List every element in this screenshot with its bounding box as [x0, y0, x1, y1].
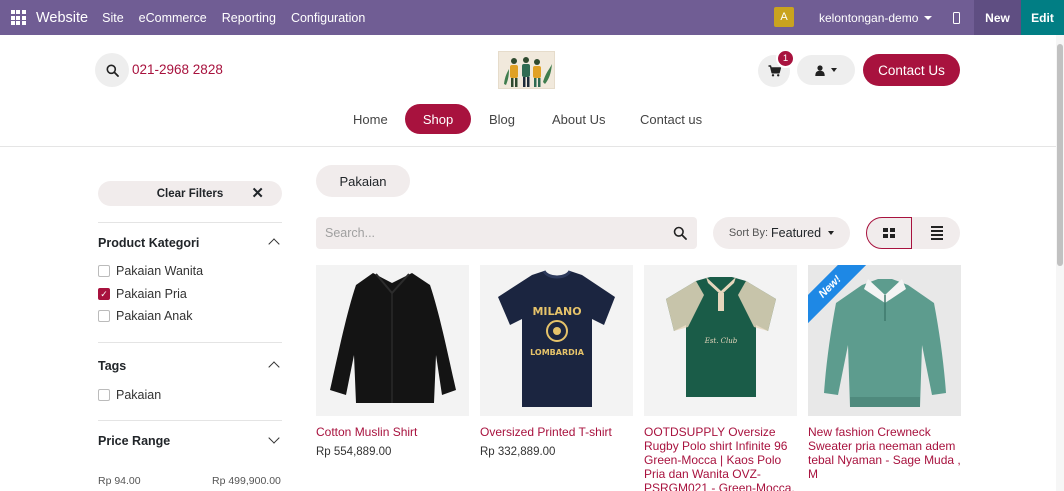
menu-reporting[interactable]: Reporting [222, 11, 276, 25]
checkbox[interactable] [98, 389, 110, 401]
search-icon [673, 226, 687, 240]
clear-filters-label: Clear Filters [156, 187, 224, 200]
site-logo[interactable] [498, 51, 555, 89]
svg-text:LOMBARDIA: LOMBARDIA [530, 348, 585, 357]
menu-configuration[interactable]: Configuration [291, 11, 365, 25]
filter-option-label: Pakaian [116, 388, 162, 402]
edit-button[interactable]: Edit [1021, 0, 1064, 35]
product-image[interactable]: Est. Club [644, 265, 797, 416]
clear-filters-button[interactable]: Clear Filters ✕ [98, 181, 282, 206]
product-card[interactable]: Cotton Muslin Shirt Rp 554,889.00 [316, 265, 469, 458]
mobile-preview-button[interactable] [942, 0, 970, 35]
search-input[interactable] [316, 217, 656, 249]
list-view-icon [931, 226, 943, 240]
nav-about-us[interactable]: About Us [552, 104, 605, 134]
filter-divider [98, 222, 282, 223]
caret-down-icon [831, 68, 837, 72]
menu-site[interactable]: Site [102, 11, 124, 25]
user-icon [815, 64, 825, 76]
apps-grid-icon [10, 10, 26, 25]
main-navigation: Home Shop Blog About Us Contact us [0, 104, 1064, 134]
product-name[interactable]: New fashion Crewneck Sweater pria neeman… [808, 425, 961, 481]
filter-divider [98, 420, 282, 421]
menu-ecommerce[interactable]: eCommerce [139, 11, 207, 25]
search-submit-button[interactable] [663, 217, 697, 249]
filter-option[interactable]: ✓ Pakaian Pria [98, 287, 187, 301]
new-button[interactable]: New [974, 0, 1021, 35]
grid-view-button[interactable] [866, 217, 912, 249]
phone-link[interactable]: 021-2968 2828 [132, 62, 223, 77]
sort-value: Featured [771, 226, 822, 240]
mobile-icon [952, 11, 960, 24]
checkbox[interactable] [98, 265, 110, 277]
filter-option-label: Pakaian Anak [116, 309, 193, 323]
filter-option[interactable]: Pakaian Anak [98, 309, 192, 323]
nav-contact-us[interactable]: Contact us [640, 104, 702, 134]
tags-filter-title[interactable]: Tags [98, 359, 126, 373]
scrollbar-thumb[interactable] [1057, 44, 1063, 266]
product-price: Rp 554,889.00 [316, 446, 392, 458]
filter-option-label: Pakaian Wanita [116, 264, 204, 278]
search-icon [106, 64, 119, 77]
product-image[interactable] [316, 265, 469, 416]
header-search-button[interactable] [95, 53, 129, 87]
cart-count-badge: 1 [776, 49, 795, 68]
view-toggle [866, 217, 960, 249]
product-name[interactable]: Cotton Muslin Shirt [316, 425, 469, 439]
sort-dropdown[interactable]: Sort By: Featured [713, 217, 850, 249]
caret-down-icon [828, 231, 835, 235]
nav-home[interactable]: Home [353, 104, 388, 134]
product-card[interactable]: New! New fashion Crewneck Sweater pria n… [808, 265, 961, 481]
sort-prefix: Sort By: [728, 227, 769, 239]
filter-divider [98, 342, 282, 343]
product-name[interactable]: OOTDSUPPLY Oversize Rugby Polo shirt Inf… [644, 425, 797, 491]
price-min: Rp 94.00 [98, 475, 141, 487]
product-card[interactable]: MILANO LOMBARDIA Oversized Printed T-shi… [480, 265, 633, 458]
price-range-title[interactable]: Price Range [98, 434, 170, 448]
filter-option-label: Pakaian Pria [116, 287, 187, 301]
product-card[interactable]: Est. Club OOTDSUPPLY Oversize Rugby Polo… [644, 265, 797, 491]
category-breadcrumb[interactable]: Pakaian [316, 165, 410, 197]
category-filter-title[interactable]: Product Kategori [98, 236, 199, 250]
nav-blog[interactable]: Blog [489, 104, 515, 134]
price-max: Rp 499,900.00 [212, 475, 281, 487]
database-selector[interactable]: kelontongan-demo [819, 0, 933, 35]
user-avatar[interactable]: A [774, 7, 794, 27]
grid-view-icon [883, 228, 895, 238]
check-icon: ✓ [100, 288, 108, 299]
svg-text:MILANO: MILANO [532, 305, 581, 318]
list-view-button[interactable] [914, 217, 960, 249]
header-divider [0, 146, 1056, 147]
chevron-down-icon[interactable] [268, 432, 280, 444]
product-image[interactable]: MILANO LOMBARDIA [480, 265, 633, 416]
product-name[interactable]: Oversized Printed T-shirt [480, 425, 633, 439]
caret-down-icon [924, 15, 933, 20]
apps-menu-button[interactable] [0, 0, 36, 35]
product-image[interactable]: New! [808, 265, 961, 416]
filter-option[interactable]: Pakaian [98, 388, 161, 402]
app-brand[interactable]: Website [36, 10, 88, 26]
svg-text:Est. Club: Est. Club [704, 337, 738, 345]
chevron-up-icon[interactable] [268, 361, 280, 373]
product-search [316, 217, 697, 249]
checkbox[interactable] [98, 310, 110, 322]
nav-shop[interactable]: Shop [405, 104, 471, 134]
checkbox-checked[interactable]: ✓ [98, 288, 110, 300]
contact-us-button[interactable]: Contact Us [863, 54, 960, 86]
database-name: kelontongan-demo [819, 10, 919, 25]
product-price: Rp 332,889.00 [480, 446, 556, 458]
filter-option[interactable]: Pakaian Wanita [98, 264, 203, 278]
chevron-up-icon[interactable] [268, 238, 280, 250]
close-icon: ✕ [251, 185, 264, 202]
shopping-cart-icon [768, 65, 781, 77]
user-menu-button[interactable] [797, 55, 855, 85]
